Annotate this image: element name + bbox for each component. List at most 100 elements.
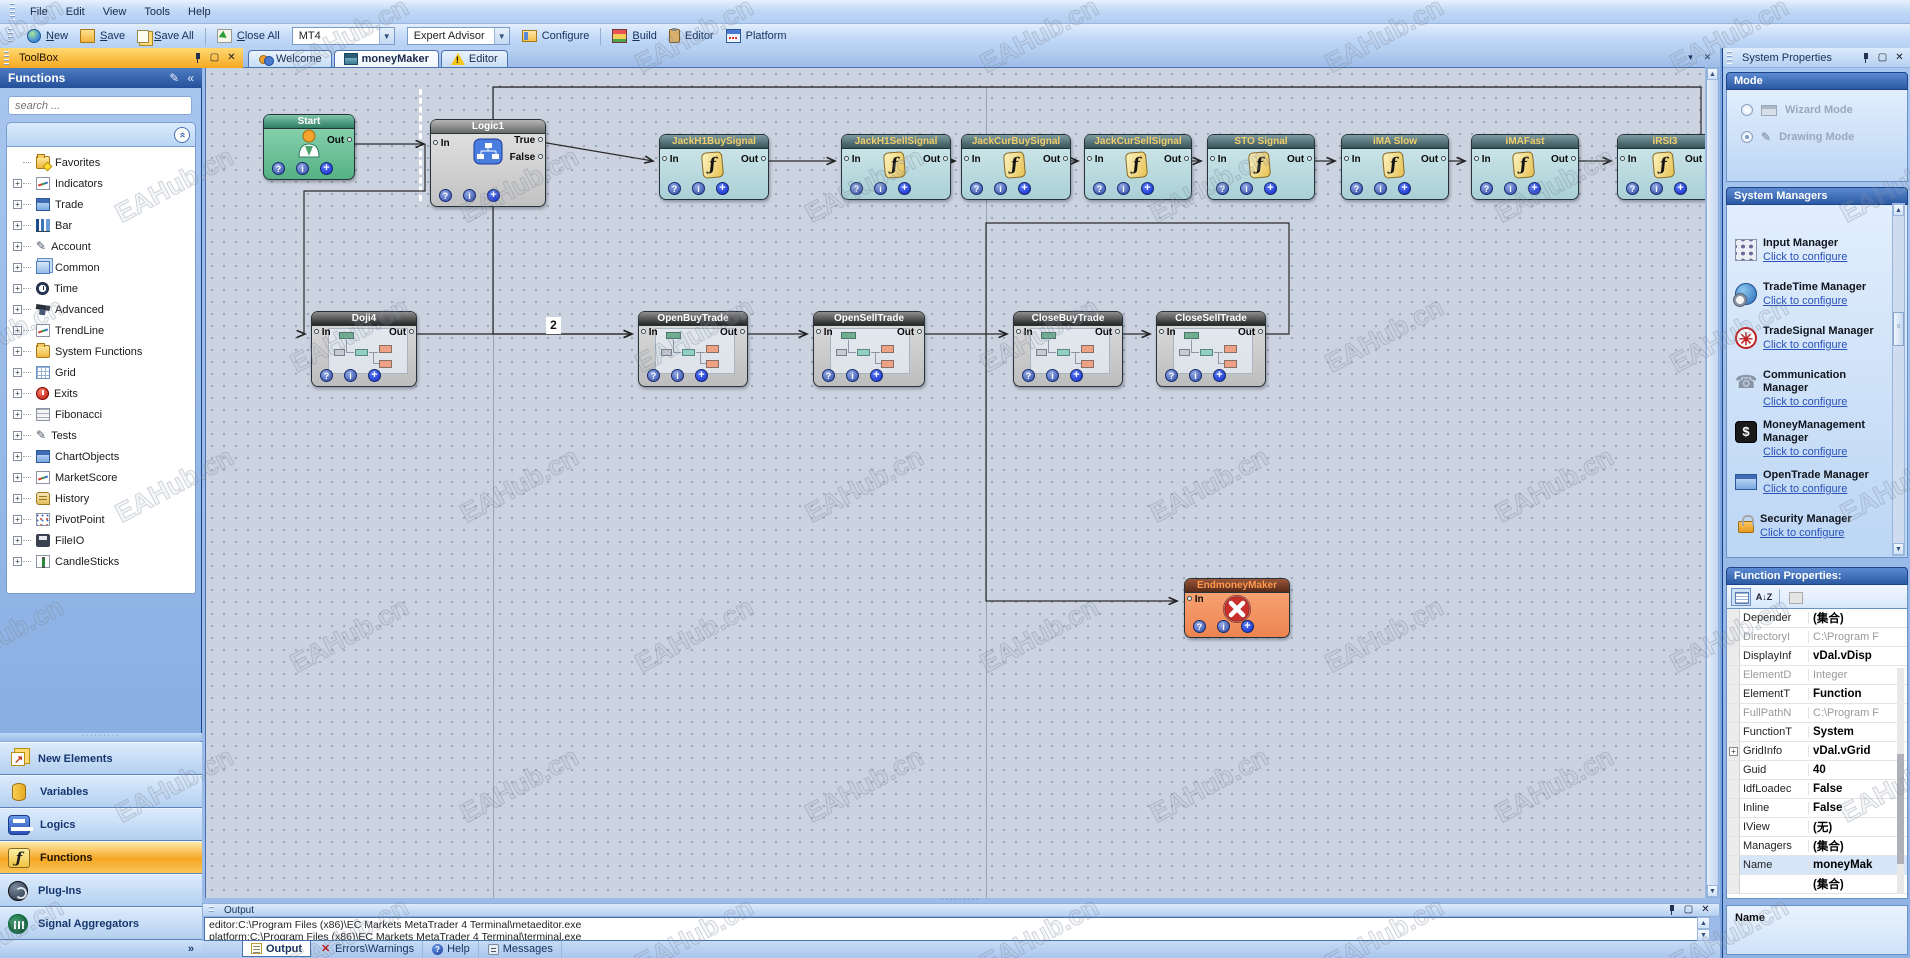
node-add-button[interactable]: +	[487, 189, 500, 202]
node-help-button[interactable]: ?	[647, 369, 660, 382]
node-info-button[interactable]: i	[1046, 369, 1059, 382]
alphabetical-sort-icon[interactable]: A↓Z	[1754, 588, 1774, 606]
node-add-button[interactable]: +	[1398, 182, 1411, 195]
toolbox-category-plug-ins[interactable]: Plug-Ins	[0, 874, 202, 907]
menu-tools[interactable]: Tools	[135, 3, 179, 21]
property-pages-icon[interactable]	[1785, 588, 1805, 606]
output-tab-help[interactable]: ? Help	[424, 941, 479, 957]
expand-icon[interactable]: +	[13, 326, 22, 335]
expand-icon[interactable]: +	[13, 473, 22, 482]
managers-scrollbar[interactable]: ▲ ≡ ▼	[1892, 203, 1905, 556]
node-info-button[interactable]: i	[874, 182, 887, 195]
tree-item-bar[interactable]: + Bar	[13, 215, 195, 236]
scroll-down-icon[interactable]: ▼	[1697, 929, 1710, 941]
close-icon[interactable]: ✕	[1892, 51, 1907, 65]
node-help-button[interactable]: ?	[1165, 369, 1178, 382]
tab-moneymaker[interactable]: moneyMaker	[333, 50, 439, 67]
wizard-mode-option[interactable]: Wizard Mode	[1741, 104, 1907, 116]
menu-edit[interactable]: Edit	[57, 3, 94, 21]
configure-link[interactable]: Click to configure	[1763, 295, 1847, 308]
tree-item-fileio[interactable]: + FileIO	[13, 530, 195, 551]
out-port[interactable]: Out	[1287, 154, 1312, 165]
node-info-button[interactable]: i	[1374, 182, 1387, 195]
configure-link[interactable]: Click to configure	[1763, 396, 1847, 409]
tree-item-advanced[interactable]: + Advanced	[13, 299, 195, 320]
toolbox-category-new-elements[interactable]: New Elements	[0, 742, 202, 775]
property-row-iview[interactable]: IView (无)	[1727, 818, 1907, 837]
in-port[interactable]: In	[1187, 594, 1204, 605]
output-tab-errors-warnings[interactable]: ✕ Errors\Warnings	[312, 941, 424, 957]
node-endmoneymaker[interactable]: EndmoneyMaker In ? i +	[1184, 578, 1290, 638]
in-port[interactable]: In	[844, 154, 861, 165]
node-add-button[interactable]: +	[368, 369, 381, 382]
close-all-button[interactable]: Close All	[211, 27, 286, 45]
property-grid-scrollbar[interactable]	[1897, 668, 1904, 893]
tree-item-chartobjects[interactable]: + ChartObjects	[13, 446, 195, 467]
node-info-button[interactable]: i	[1504, 182, 1517, 195]
node-openselltrade[interactable]: OpenSellTrade In Out ? i +	[813, 311, 925, 387]
out-port[interactable]: Out	[720, 327, 745, 338]
scroll-up-icon[interactable]: ▲	[1697, 917, 1710, 929]
tab-welcome[interactable]: Welcome	[248, 50, 332, 67]
node-info-button[interactable]: i	[692, 182, 705, 195]
node-add-button[interactable]: +	[695, 369, 708, 382]
expand-icon[interactable]: +	[13, 494, 22, 503]
node-sto-signal[interactable]: STO Signal ƒ In Out ? i +	[1207, 134, 1315, 200]
node-help-button[interactable]: ?	[320, 369, 333, 382]
node-add-button[interactable]: +	[1141, 182, 1154, 195]
collapse-left-icon[interactable]: «	[187, 71, 194, 85]
in-port[interactable]: In	[1474, 154, 1491, 165]
expand-icon[interactable]: +	[13, 431, 22, 440]
tree-item-grid[interactable]: + Grid	[13, 362, 195, 383]
node-openbuytrade[interactable]: OpenBuyTrade In Out ? i +	[638, 311, 748, 387]
node-irsi3[interactable]: iRSI3 ƒ In Out ? i +	[1617, 134, 1705, 200]
true-port[interactable]: True	[514, 135, 543, 146]
node-add-button[interactable]: +	[716, 182, 729, 195]
node-help-button[interactable]: ?	[439, 189, 452, 202]
toolbar-grip[interactable]	[8, 27, 13, 45]
node-help-button[interactable]: ?	[1216, 182, 1229, 195]
in-port[interactable]: In	[1159, 327, 1176, 338]
false-port[interactable]: False	[510, 152, 543, 163]
property-row-elementt[interactable]: ElementT Function	[1727, 685, 1907, 704]
in-port[interactable]: In	[662, 154, 679, 165]
out-port[interactable]: Out	[1164, 154, 1189, 165]
expand-icon[interactable]: +	[13, 515, 22, 524]
tree-item-trade[interactable]: + Trade	[13, 194, 195, 215]
node-help-button[interactable]: ?	[1193, 620, 1206, 633]
tree-item-fibonacci[interactable]: + Fibonacci	[13, 404, 195, 425]
configure-link[interactable]: Click to configure	[1760, 527, 1844, 540]
property-row-managers[interactable]: Managers (集合)	[1727, 837, 1907, 856]
configure-link[interactable]: Click to configure	[1763, 339, 1847, 352]
node-help-button[interactable]: ?	[1093, 182, 1106, 195]
node-jackh1buysignal[interactable]: JackH1BuySignal ƒ In Out ? i +	[659, 134, 769, 200]
output-scrollbar[interactable]: ▲ ▼	[1697, 917, 1710, 941]
tree-item-exits[interactable]: + Exits	[13, 383, 195, 404]
toolbox-category-logics[interactable]: Logics	[0, 808, 202, 841]
node-imafast[interactable]: iMAFast ƒ In Out ? i +	[1471, 134, 1579, 200]
save-button[interactable]: Save	[74, 27, 131, 45]
toolbox-splitter[interactable]: ·········	[0, 732, 202, 741]
expand-icon[interactable]: +	[13, 263, 22, 272]
node-add-button[interactable]: +	[1264, 182, 1277, 195]
out-port[interactable]: Out	[1238, 327, 1263, 338]
node-info-button[interactable]: i	[344, 369, 357, 382]
project-type-combo[interactable]: Expert Advisor ▼	[406, 27, 510, 45]
configure-link[interactable]: Click to configure	[1763, 446, 1847, 459]
target-combo[interactable]: MT4 ▼	[291, 27, 395, 45]
node-start[interactable]: Start Out ? i +	[263, 114, 355, 180]
tree-item-tests[interactable]: + ✎ Tests	[13, 425, 195, 446]
configure-link[interactable]: Click to configure	[1763, 483, 1847, 496]
editor-button[interactable]: Editor	[663, 27, 720, 45]
menu-help[interactable]: Help	[179, 3, 220, 21]
in-port[interactable]: In	[964, 154, 981, 165]
node-jackcursellsignal[interactable]: JackCurSellSignal ƒ In Out ? i +	[1084, 134, 1192, 200]
node-closebuytrade[interactable]: CloseBuyTrade In Out ? i +	[1013, 311, 1123, 387]
node-help-button[interactable]: ?	[822, 369, 835, 382]
expand-icon[interactable]: +	[13, 221, 22, 230]
chevron-down-icon[interactable]: ▼	[493, 28, 509, 44]
node-add-button[interactable]: +	[1213, 369, 1226, 382]
drawing-mode-option[interactable]: ✎ Drawing Mode	[1741, 130, 1907, 144]
out-port[interactable]: Out	[1551, 154, 1576, 165]
canvas-vertical-scrollbar[interactable]: ▲ ▼	[1706, 67, 1719, 898]
